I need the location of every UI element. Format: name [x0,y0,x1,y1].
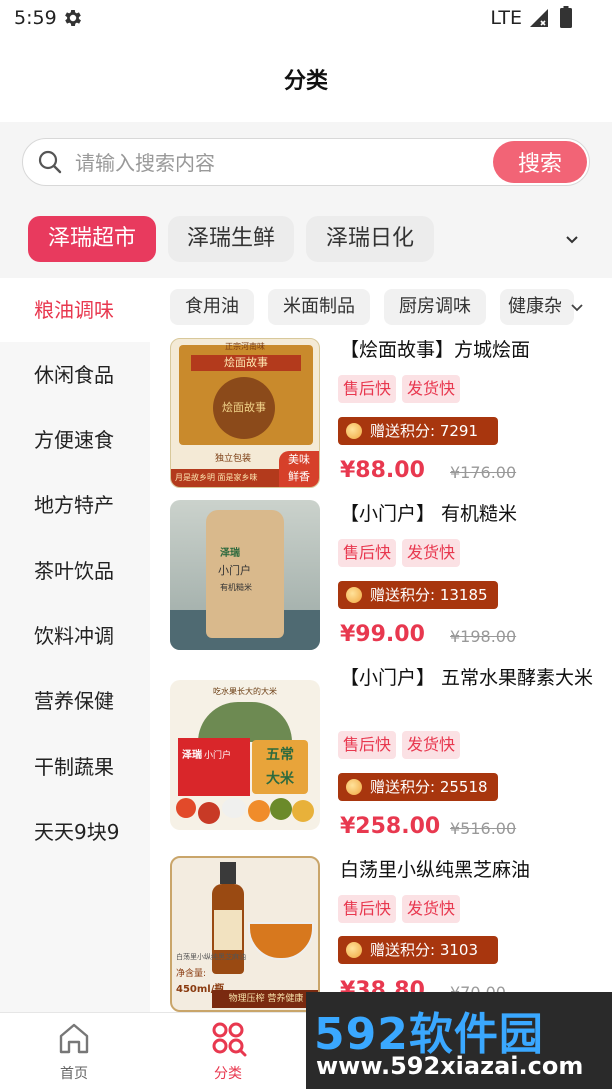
nav-home-label: 首页 [60,1066,88,1082]
tag-fast-shipping: 发货快 [402,731,461,759]
sidebar-item-nutrition[interactable]: 营养保健 [0,669,150,733]
tag-after-sales: 售后快 [338,895,397,923]
watermark-url: www.592xiazai.com [316,1052,584,1080]
nav-home[interactable]: 首页 [34,1019,114,1083]
search-input[interactable] [73,148,457,178]
network-type: LTE [490,7,522,29]
sidebar-item-instant-food[interactable]: 方便速食 [0,408,150,472]
store-tab-zerui-fresh[interactable]: 泽瑞生鲜 [168,216,294,262]
coin-icon [346,942,362,958]
product-card[interactable]: 吃水果长大的大米 泽瑞 小门户 五常 大米 【小门户】 五常水果酵素大米 售后快… [150,664,612,839]
product-name: 白荡里小纵纯黑芝麻油 [340,859,531,881]
sidebar-item-dried-produce[interactable]: 干制蔬果 [0,735,150,799]
tag-fast-shipping: 发货快 [402,539,461,567]
subtab-cooking-oil[interactable]: 食用油 [170,289,254,325]
nav-category-label: 分类 [214,1066,242,1082]
status-bar: 5:59 LTE [0,0,612,36]
subtab-rice-noodles[interactable]: 米面制品 [268,289,370,325]
product-name: 【烩面故事】方城烩面 [340,339,531,361]
product-image: 正宗河南味 烩面故事 烩面故事 独立包装 月是故乡明 面是家乡味 美味 鲜香 [170,338,320,488]
subcategory-tabs: 食用油 米面制品 厨房调味 健康杂 [150,278,612,336]
points-badge: 赠送积分: 13185 [338,581,498,609]
search-area: 搜索 [0,122,612,202]
page-title: 分类 [283,69,328,94]
original-price: ¥198.00 [450,627,517,646]
original-price: ¥516.00 [450,819,517,838]
watermark-overlay: 592软件园 www.592xiazai.com [306,992,612,1089]
coin-icon [346,423,362,439]
tag-fast-shipping: 发货快 [402,375,461,403]
product-image: 白荡里小纵纯黑芝麻油 净含量: 450ml/瓶 物理压榨 营养健康 [170,856,320,1012]
product-card[interactable]: 白荡里小纵纯黑芝麻油 净含量: 450ml/瓶 物理压榨 营养健康 白荡里小纵纯… [150,856,612,1012]
nav-category[interactable]: 分类 [188,1019,268,1083]
sidebar-item-daily-9-9[interactable]: 天天9块9 [0,800,150,864]
tag-after-sales: 售后快 [338,375,397,403]
product-price: ¥258.00 [340,814,441,839]
store-tab-zerui-daily[interactable]: 泽瑞日化 [306,216,434,262]
sidebar-item-grain-oil[interactable]: 粮油调味 [0,278,150,342]
search-box[interactable]: 搜索 [22,138,590,186]
status-time: 5:59 [14,7,57,29]
original-price: ¥176.00 [450,463,517,482]
product-name: 【小门户】 五常水果酵素大米 [340,667,594,689]
category-sidebar: 粮油调味 休闲食品 方便速食 地方特产 茶叶饮品 饮料冲调 营养保健 干制蔬果 … [0,278,150,1012]
product-image: 泽瑞 小门户 有机糙米 [170,500,320,650]
settings-gear-icon [65,10,81,26]
subtab-kitchen-seasoning[interactable]: 厨房调味 [384,289,486,325]
tag-fast-shipping: 发货快 [402,895,461,923]
tag-after-sales: 售后快 [338,539,397,567]
product-price: ¥99.00 [340,622,425,647]
sidebar-item-local-specialty[interactable]: 地方特产 [0,473,150,537]
subtab-healthy-grains[interactable]: 健康杂 [500,289,574,325]
coin-icon [346,779,362,795]
store-tab-zerui-supermarket[interactable]: 泽瑞超市 [28,216,156,262]
home-icon [59,1023,89,1054]
search-icon [38,150,62,174]
chevron-down-icon[interactable] [562,229,582,249]
battery-icon [560,6,572,28]
signal-icon [530,9,548,27]
product-image: 吃水果长大的大米 泽瑞 小门户 五常 大米 [170,680,320,830]
tag-after-sales: 售后快 [338,731,397,759]
store-tabs: 泽瑞超市 泽瑞生鲜 泽瑞日化 [0,202,612,278]
product-price: ¥88.00 [340,458,425,483]
coin-icon [346,587,362,603]
sidebar-item-snacks[interactable]: 休闲食品 [0,343,150,407]
points-badge: 赠送积分: 7291 [338,417,498,445]
points-badge: 赠送积分: 25518 [338,773,498,801]
product-name: 【小门户】 有机糙米 [340,503,518,525]
points-badge: 赠送积分: 3103 [338,936,498,964]
page-header: 分类 [0,36,612,122]
category-icon [212,1022,247,1057]
search-button[interactable]: 搜索 [493,141,587,183]
product-card[interactable]: 正宗河南味 烩面故事 烩面故事 独立包装 月是故乡明 面是家乡味 美味 鲜香 【… [150,336,612,496]
product-list: 正宗河南味 烩面故事 烩面故事 独立包装 月是故乡明 面是家乡味 美味 鲜香 【… [150,336,612,1012]
sidebar-item-beverages[interactable]: 饮料冲调 [0,604,150,668]
chevron-down-icon[interactable] [568,298,586,316]
sidebar-item-tea-drinks[interactable]: 茶叶饮品 [0,539,150,603]
product-card[interactable]: 泽瑞 小门户 有机糙米 【小门户】 有机糙米 售后快 发货快 赠送积分: 131… [150,500,612,660]
